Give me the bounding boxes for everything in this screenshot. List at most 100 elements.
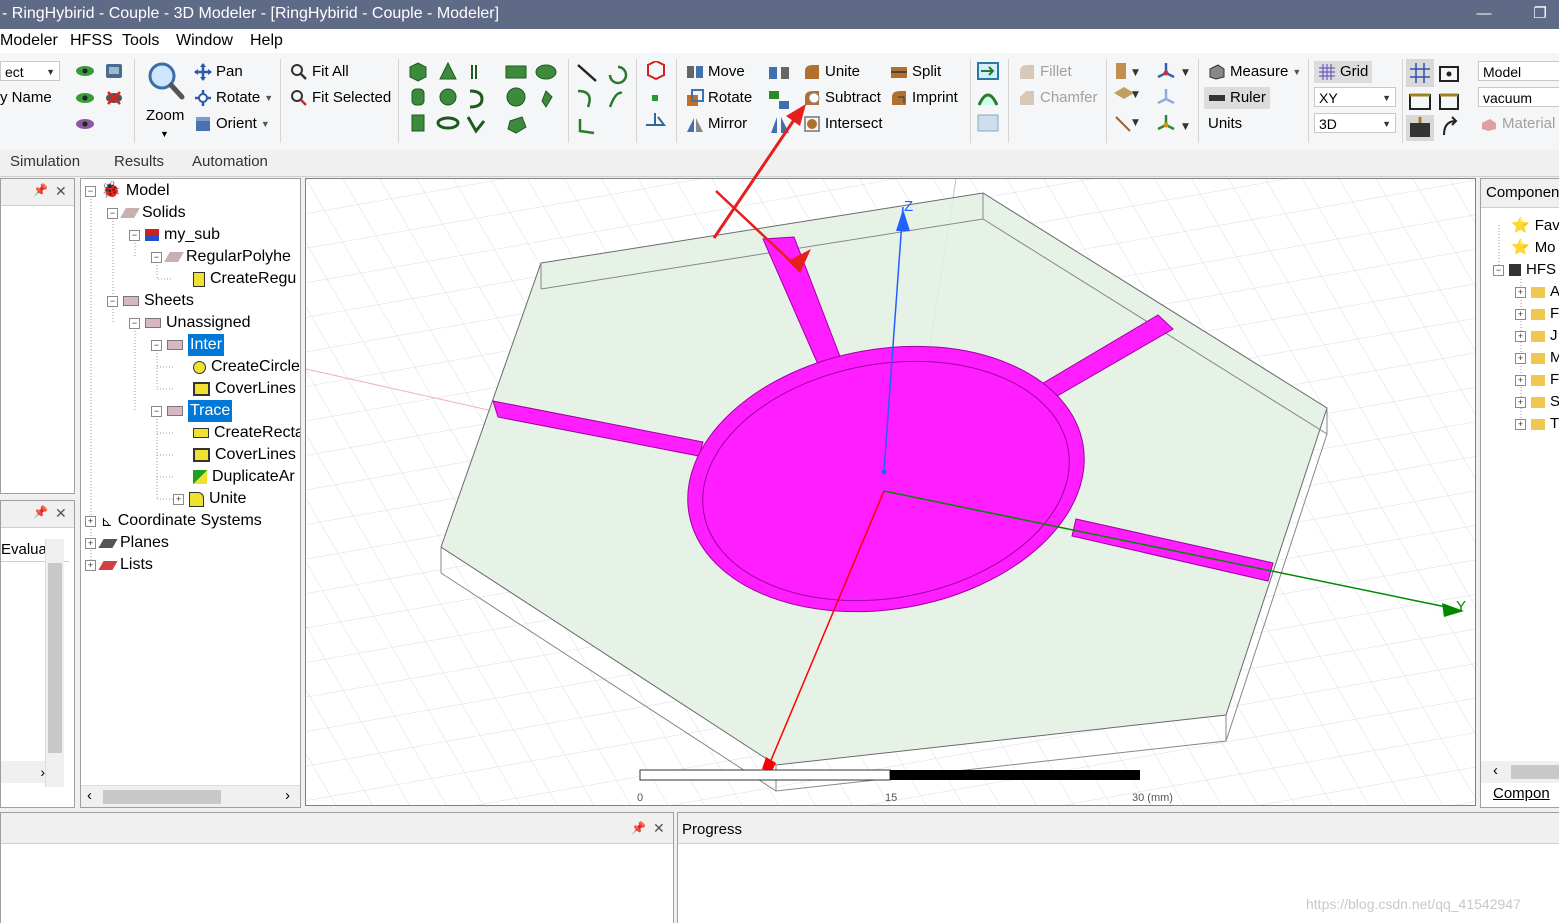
tree-node-model[interactable]: − 🐞 Model: [85, 180, 170, 202]
tree-node-inter[interactable]: − Inter: [151, 334, 225, 356]
tree-node-regular-polyhedron[interactable]: − RegularPolyhe: [151, 246, 291, 268]
annotation-arrow-to-subtract: [712, 104, 806, 239]
fit-selected-button[interactable]: Fit Selected: [290, 87, 391, 109]
scroll-right-icon[interactable]: ›: [1, 761, 45, 783]
tree-node-sheets[interactable]: − Sheets: [107, 290, 194, 312]
minimize-button[interactable]: —: [1464, 2, 1504, 26]
tree-node-unite[interactable]: + Unite: [173, 488, 246, 510]
imprint-icon: [892, 91, 906, 105]
region-icons[interactable]: [644, 61, 668, 141]
imprint-button[interactable]: Imprint: [890, 87, 958, 109]
tree-horizontal-scrollbar[interactable]: ‹ ›: [81, 785, 300, 807]
duplicate-along-line-icon: [769, 67, 777, 79]
menu-help[interactable]: Help: [250, 32, 283, 50]
material-input[interactable]: vacuum: [1478, 87, 1559, 107]
window-title: - RingHybirid - Couple - 3D Modeler - [R…: [2, 5, 500, 22]
components-folder-5[interactable]: + F: [1515, 369, 1559, 391]
menu-hfss[interactable]: HFSS: [70, 32, 113, 50]
tree-node-cover-lines-2[interactable]: CoverLines: [193, 444, 296, 466]
zoom-dropdown-arrow[interactable]: ▼: [160, 123, 169, 145]
view-icons[interactable]: [74, 61, 130, 139]
material-button[interactable]: Material: [1480, 113, 1555, 135]
material-icon: [1482, 119, 1496, 131]
scale-tick-0: 0: [637, 792, 643, 804]
dimension-dropdown[interactable]: 3D ▼: [1314, 113, 1396, 133]
units-button[interactable]: Units: [1208, 113, 1242, 135]
components-folder-1[interactable]: +A: [1515, 281, 1559, 303]
pin-icon[interactable]: 📌: [33, 183, 48, 197]
fit-all-button[interactable]: Fit All: [290, 61, 349, 83]
orient-button[interactable]: Orient ▼: [194, 113, 270, 135]
grid-button[interactable]: Grid: [1314, 61, 1373, 83]
components-folder-6[interactable]: +S: [1515, 391, 1559, 413]
tree-node-coordinate-systems[interactable]: + ⊾ Coordinate Systems: [85, 510, 262, 532]
polyline-icon: [578, 119, 595, 135]
tree-node-create-rectangle[interactable]: CreateRecta: [193, 422, 300, 444]
pan-button[interactable]: Pan: [194, 61, 243, 83]
components-horizontal-scrollbar[interactable]: ‹: [1481, 761, 1559, 783]
tree-node-create-circle[interactable]: CreateCircle: [193, 356, 300, 378]
svg-text:▼: ▼: [1182, 122, 1189, 132]
fit-selected-icon: [291, 90, 307, 106]
components-tab[interactable]: Compon: [1493, 785, 1550, 802]
tree-node-trace[interactable]: − Trace: [151, 400, 233, 422]
snap-icons[interactable]: [1406, 59, 1466, 141]
components-folder-2[interactable]: + F: [1515, 303, 1559, 325]
misc-draw-icons[interactable]: ▼ ▼ ▼ ▼ ▼: [1112, 61, 1196, 141]
model-dropdown[interactable]: Model: [1478, 61, 1559, 81]
tab-results[interactable]: Results: [114, 153, 164, 170]
tree-node-cover-lines-1[interactable]: CoverLines: [193, 378, 296, 400]
cover-lines-icon: [193, 382, 210, 396]
select-by-name[interactable]: y Name: [0, 87, 52, 109]
tree-node-duplicate[interactable]: DuplicateAr: [193, 466, 295, 488]
rotate-view-button[interactable]: Rotate ▼: [194, 87, 273, 109]
tree-node-my-sub[interactable]: − my_sub: [129, 224, 220, 246]
sweep-icons[interactable]: [976, 61, 1002, 141]
solids-icon: [120, 208, 140, 218]
grid-plane-dropdown[interactable]: XY ▼: [1314, 87, 1396, 107]
measure-button[interactable]: Measure ▼: [1208, 61, 1301, 83]
menu-tools[interactable]: Tools: [122, 32, 159, 50]
fillet-button[interactable]: Fillet: [1018, 61, 1072, 83]
close-icon[interactable]: ✕: [653, 820, 665, 837]
components-folder-7[interactable]: + T: [1515, 413, 1559, 435]
menu-window[interactable]: Window: [176, 32, 233, 50]
move-button[interactable]: Move: [686, 61, 745, 83]
tree-node-create-regular[interactable]: CreateRegu: [193, 268, 296, 290]
pin-icon[interactable]: 📌: [631, 821, 646, 835]
close-icon[interactable]: ✕: [55, 183, 67, 200]
scroll-left-icon[interactable]: ‹: [87, 787, 92, 804]
sphere-icon: [439, 88, 457, 106]
components-models[interactable]: ⭐ Mo: [1511, 237, 1556, 259]
menu-bar: Modeler HFSS Tools Window Help: [0, 29, 1559, 53]
restore-button[interactable]: ❐: [1520, 2, 1559, 26]
3d-viewport[interactable]: Z Y 0 15 30 (mm): [305, 178, 1476, 806]
select-dropdown[interactable]: ect ▼: [0, 61, 60, 81]
tree-node-planes[interactable]: + Planes: [85, 532, 169, 554]
tree-node-lists[interactable]: + Lists: [85, 554, 153, 576]
edge-select-icon: [1115, 116, 1131, 132]
pin-icon[interactable]: 📌: [33, 505, 48, 519]
menu-modeler[interactable]: Modeler: [0, 32, 58, 50]
ruler-button[interactable]: Ruler: [1204, 87, 1270, 109]
tab-simulation[interactable]: Simulation: [10, 153, 80, 170]
move-icon: [687, 66, 703, 78]
split-button[interactable]: Split: [890, 61, 941, 83]
zoom-icon[interactable]: [146, 61, 186, 101]
viewport-canvas[interactable]: Z Y 0 15 30 (mm): [306, 179, 1476, 806]
close-icon[interactable]: ✕: [55, 505, 67, 522]
components-folder-4[interactable]: +M: [1515, 347, 1559, 369]
unite-button[interactable]: Unite: [803, 61, 860, 83]
tree-node-unassigned[interactable]: − Unassigned: [129, 312, 251, 334]
tab-automation[interactable]: Automation: [192, 153, 268, 170]
primitive-icons[interactable]: [406, 61, 566, 141]
scrollbar[interactable]: [45, 539, 64, 787]
components-favorites[interactable]: ⭐Fave: [1511, 215, 1559, 237]
line-icons[interactable]: [574, 61, 632, 141]
chamfer-button[interactable]: Chamfer: [1018, 87, 1098, 109]
components-hfss[interactable]: − HFS: [1493, 259, 1556, 281]
tree-node-solids[interactable]: − Solids: [107, 202, 186, 224]
scroll-right-icon[interactable]: ›: [285, 787, 290, 804]
components-folder-3[interactable]: + J: [1515, 325, 1558, 347]
scroll-left-icon[interactable]: ‹: [1493, 762, 1498, 779]
